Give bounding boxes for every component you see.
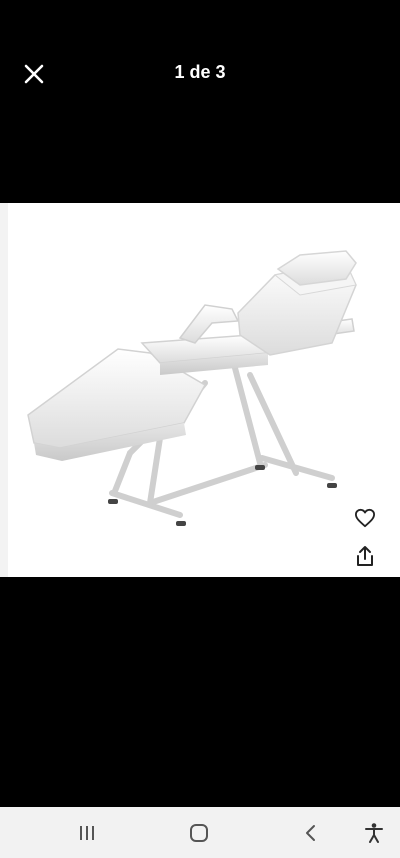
product-image[interactable] [0, 203, 400, 577]
accessibility-button[interactable] [356, 815, 392, 851]
share-icon [357, 546, 373, 566]
recents-button[interactable] [69, 815, 105, 851]
share-button[interactable] [350, 541, 380, 571]
home-button[interactable] [181, 815, 217, 851]
image-counter: 1 de 3 [174, 62, 226, 82]
favorite-button[interactable] [350, 503, 380, 533]
back-icon [306, 825, 315, 841]
viewer-top-bar: 1 de 3 [0, 0, 400, 150]
recents-icon [80, 826, 94, 840]
heart-outline-icon [354, 508, 375, 528]
image-edge [0, 203, 8, 577]
system-navigation-bar [0, 807, 400, 858]
back-button[interactable] [293, 815, 329, 851]
home-icon [190, 824, 208, 842]
viewer-bottom-area [0, 577, 400, 807]
accessibility-icon [365, 823, 383, 843]
beauty-chair-illustration [27, 250, 357, 526]
